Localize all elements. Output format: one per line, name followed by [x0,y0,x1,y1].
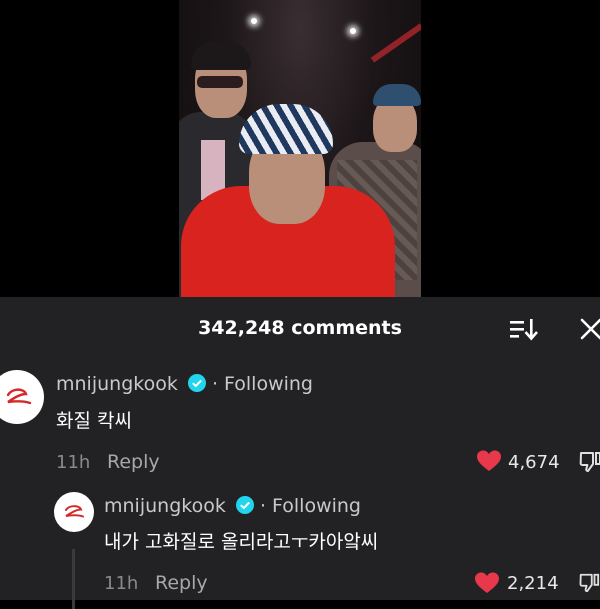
like-count: 2,214 [507,573,559,594]
verified-icon [235,496,254,514]
username-text[interactable]: mnijungkook [56,373,178,395]
comment-username[interactable]: mnijungkook · Following [104,495,361,517]
thread-line [72,549,75,609]
ceiling-light [350,28,356,34]
comment-username[interactable]: mnijungkook · Following [56,373,313,395]
following-label: · Following [259,495,361,517]
comments-header: 342,248 comments [0,297,600,361]
comment-time: 11h [104,573,139,594]
verified-icon [187,374,206,392]
avatar[interactable] [0,370,44,424]
avatar-logo-icon [65,505,84,518]
username-text[interactable]: mnijungkook [104,495,226,517]
heart-icon[interactable] [474,571,500,595]
background-stripe [370,23,421,63]
close-icon[interactable] [578,316,600,342]
avatar-logo-icon [6,388,32,405]
avatar[interactable] [54,492,94,532]
video-frame[interactable] [179,0,421,297]
like-count: 4,674 [508,452,560,473]
comment-time: 11h [56,452,91,473]
reply-button[interactable]: Reply [155,572,208,594]
following-label: · Following [211,373,313,395]
heart-icon[interactable] [476,449,502,473]
reply-button[interactable]: Reply [107,451,160,473]
video-area[interactable] [0,0,600,297]
dislike-icon[interactable] [578,571,600,595]
comment-text[interactable]: 내가 고화질로 올리라고ㅜ카아앜씨 [104,527,378,554]
comments-sheet: 342,248 comments mnijungkook · Following [0,297,600,609]
comment-text[interactable]: 화질 칵씨 [56,406,132,433]
sort-icon[interactable] [508,316,540,342]
ceiling-light [251,18,257,24]
dislike-icon[interactable] [578,450,600,474]
person-center [179,100,421,297]
